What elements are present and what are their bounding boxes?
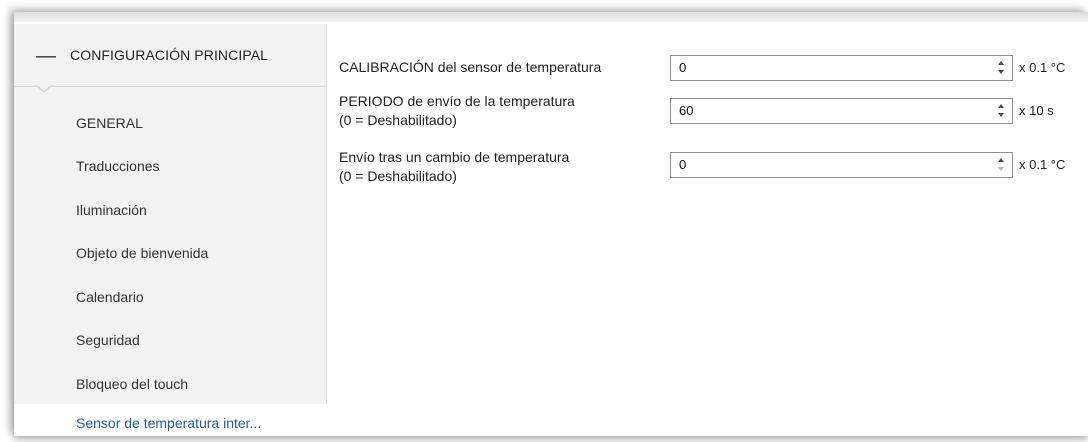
param-unit: x 0.1 °C <box>1019 60 1066 75</box>
param-unit: x 0.1 °C <box>1019 157 1066 172</box>
sidebar-item-seguridad[interactable]: Seguridad <box>14 320 326 360</box>
spinbox-value: 0 <box>679 60 687 75</box>
window-top-edge <box>14 12 1088 22</box>
sidebar-item-bloqueo-del-touch[interactable]: Bloqueo del touch <box>14 364 326 404</box>
sidebar: — CONFIGURACIÓN PRINCIPAL GENERAL Traduc… <box>14 24 327 436</box>
spin-up-icon[interactable] <box>998 158 1004 162</box>
sidebar-item-traducciones[interactable]: Traducciones <box>14 146 326 186</box>
envio-cambio-spinbox[interactable]: 0 <box>670 152 1013 178</box>
sidebar-item-iluminacion[interactable]: Iluminación <box>14 190 326 230</box>
sidebar-item-label: GENERAL <box>76 115 143 131</box>
periodo-spinbox[interactable]: 60 <box>670 98 1013 124</box>
sidebar-item-label: Iluminación <box>76 202 147 218</box>
sidebar-item-label: Seguridad <box>76 332 140 348</box>
spinbox-value: 0 <box>679 157 687 172</box>
param-label: CALIBRACIÓN del sensor de temperatura <box>339 59 602 75</box>
spin-down-icon[interactable] <box>998 167 1004 171</box>
sidebar-item-label: Sensor de temperatura inter... <box>76 415 262 431</box>
spin-down-icon[interactable] <box>998 70 1004 74</box>
param-label-note: (0 = Deshabilitado) <box>339 112 457 128</box>
parameters-panel: CALIBRACIÓN del sensor de temperatura 0 … <box>326 24 1086 436</box>
spin-up-icon[interactable] <box>998 61 1004 65</box>
param-label: Envío tras un cambio de temperatura <box>339 149 570 165</box>
sidebar-section-title: CONFIGURACIÓN PRINCIPAL <box>70 47 269 63</box>
sidebar-item-calendario[interactable]: Calendario <box>14 277 326 317</box>
sidebar-item-objeto-de-bienvenida[interactable]: Objeto de bienvenida <box>14 233 326 273</box>
sidebar-item-label: Bloqueo del touch <box>76 376 189 392</box>
param-unit: x 10 s <box>1019 103 1054 118</box>
spin-up-icon[interactable] <box>998 104 1004 108</box>
spinner-arrows-icon[interactable] <box>994 99 1012 123</box>
spinbox-value: 60 <box>679 103 694 118</box>
minus-icon[interactable]: — <box>36 45 56 67</box>
spin-down-icon[interactable] <box>998 113 1004 117</box>
sidebar-item-general[interactable]: GENERAL <box>14 103 326 143</box>
sidebar-item-label: Calendario <box>76 289 144 305</box>
param-label-note: (0 = Deshabilitado) <box>339 168 457 184</box>
spinner-arrows-icon[interactable] <box>994 153 1012 177</box>
spinner-arrows-icon[interactable] <box>994 56 1012 80</box>
sidebar-item-label: Objeto de bienvenida <box>76 245 209 261</box>
sidebar-item-label: Traducciones <box>76 158 160 174</box>
sidebar-item-sensor-de-temperatura[interactable]: Sensor de temperatura inter... <box>14 404 327 436</box>
header-notch-fill <box>37 85 51 91</box>
sidebar-section-header[interactable]: — CONFIGURACIÓN PRINCIPAL <box>14 24 326 87</box>
param-label: PERIODO de envío de la temperatura <box>339 93 575 109</box>
calibracion-spinbox[interactable]: 0 <box>670 55 1013 81</box>
app-window: — CONFIGURACIÓN PRINCIPAL GENERAL Traduc… <box>14 12 1088 436</box>
